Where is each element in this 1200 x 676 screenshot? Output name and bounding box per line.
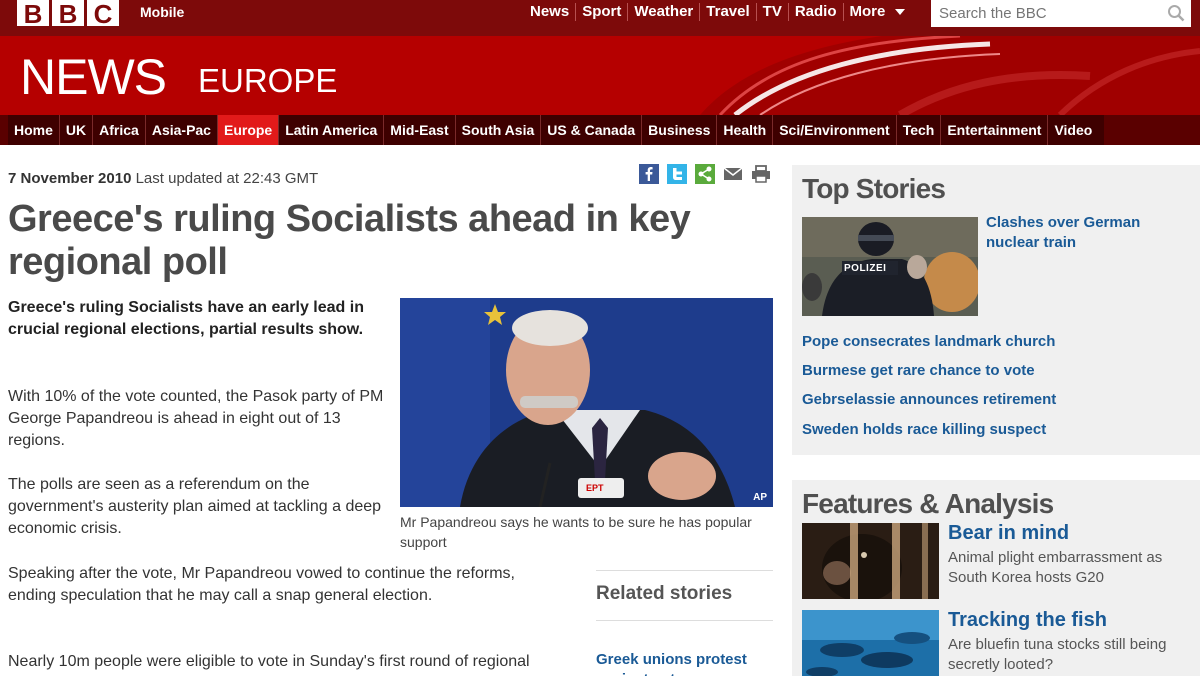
- police-photo-graphic: [802, 217, 978, 316]
- top-story-link[interactable]: Gebrselassie announces retirement: [802, 391, 1056, 408]
- section-nav-health[interactable]: Health: [716, 115, 772, 145]
- section-nav-home[interactable]: Home: [8, 115, 59, 145]
- search-box: [931, 0, 1191, 27]
- top-nav: News Sport Weather Travel TV Radio More: [524, 3, 911, 21]
- section-nav-tech[interactable]: Tech: [895, 115, 941, 145]
- top-story-link[interactable]: Pope consecrates landmark church: [802, 333, 1055, 350]
- bbc-logo[interactable]: B B C: [17, 0, 119, 28]
- article-headline: Greece's ruling Socialists ahead in key …: [8, 198, 691, 283]
- article-photo: EPT AP: [400, 298, 773, 507]
- share-icon[interactable]: [695, 164, 715, 184]
- article-paragraph: Speaking after the vote, Mr Papandreou v…: [8, 565, 515, 604]
- features-panel: Features & Analysis Bear in mind Animal …: [792, 480, 1200, 676]
- fish-photo-graphic: [802, 610, 939, 676]
- feature-title-link[interactable]: Tracking the fish: [948, 609, 1107, 632]
- bbc-logo-letter: B: [17, 0, 49, 28]
- article-intro: Greece's ruling Socialists have an early…: [8, 299, 364, 338]
- news-banner: NEWS EUROPE: [0, 36, 1200, 115]
- features-title: Features & Analysis: [802, 488, 1054, 519]
- feature-image-bear[interactable]: [802, 523, 939, 599]
- section-nav-list: Home UK Africa Asia-Pac Europe Latin Ame…: [8, 115, 1105, 145]
- section-nav: Home UK Africa Asia-Pac Europe Latin Ame…: [0, 115, 1200, 145]
- section-nav-asia-pac[interactable]: Asia-Pac: [144, 115, 217, 145]
- top-bar: B B C Mobile News Sport Weather Travel T…: [0, 0, 1200, 36]
- banner-swoosh-graphic: [0, 36, 1200, 115]
- feature-image-fish[interactable]: [802, 610, 939, 676]
- section-nav-mid-east[interactable]: Mid-East: [383, 115, 454, 145]
- chevron-down-icon: [895, 9, 906, 16]
- feature-description: Are bluefin tuna stocks still being secr…: [948, 636, 1167, 673]
- bbc-logo-letter: C: [87, 0, 119, 28]
- top-story-link[interactable]: Sweden holds race killing suspect: [802, 421, 1046, 438]
- article-paragraph: The polls are seen as a referendum on th…: [8, 476, 382, 537]
- feature-title-link[interactable]: Bear in mind: [948, 522, 1069, 545]
- bear-photo-graphic: [802, 523, 939, 599]
- top-nav-travel[interactable]: Travel: [699, 3, 755, 21]
- top-story-link[interactable]: Burmese get rare chance to vote: [802, 362, 1035, 379]
- feature-description: Animal plight embarrassment as South Kor…: [948, 549, 1163, 586]
- article-updated: Last updated at 22:43 GMT: [135, 170, 319, 187]
- top-nav-sport[interactable]: Sport: [575, 3, 627, 21]
- search-icon[interactable]: [1167, 4, 1185, 22]
- related-stories-title: Related stories: [596, 583, 733, 604]
- top-stories-title: Top Stories: [802, 173, 946, 204]
- top-nav-more-label: More: [849, 3, 886, 20]
- news-section-title[interactable]: EUROPE: [198, 62, 337, 100]
- twitter-icon[interactable]: [667, 164, 687, 184]
- section-nav-uk[interactable]: UK: [58, 115, 92, 145]
- photo-caption: Mr Papandreou says he wants to be sure h…: [400, 514, 752, 550]
- section-nav-latin-america[interactable]: Latin America: [278, 115, 383, 145]
- top-nav-more[interactable]: More: [842, 3, 912, 21]
- police-label: POLIZEI: [844, 263, 887, 274]
- news-title[interactable]: NEWS: [20, 48, 167, 106]
- section-nav-south-asia[interactable]: South Asia: [454, 115, 541, 145]
- section-nav-sci-environment[interactable]: Sci/Environment: [772, 115, 895, 145]
- top-story-image[interactable]: POLIZEI: [802, 217, 978, 316]
- podium-label: EPT: [586, 483, 604, 493]
- section-nav-entertainment[interactable]: Entertainment: [940, 115, 1047, 145]
- mobile-link[interactable]: Mobile: [140, 4, 184, 20]
- section-nav-europe[interactable]: Europe: [216, 115, 279, 145]
- section-nav-us-canada[interactable]: US & Canada: [540, 115, 641, 145]
- bbc-logo-letter: B: [52, 0, 84, 28]
- article-date: 7 November 2010: [8, 170, 132, 187]
- top-nav-tv[interactable]: TV: [755, 3, 788, 21]
- search-input[interactable]: [931, 0, 1161, 27]
- email-icon[interactable]: [723, 164, 743, 184]
- section-nav-video[interactable]: Video: [1047, 115, 1098, 145]
- article-dateline: 7 November 2010 Last updated at 22:43 GM…: [8, 170, 318, 187]
- article-paragraph: Nearly 10m people were eligible to vote …: [8, 653, 530, 670]
- top-stories-panel: Top Stories POLIZEI Clashes over German …: [792, 165, 1200, 455]
- papandreou-photo-graphic: [400, 298, 773, 507]
- share-tools: [639, 164, 771, 184]
- print-icon[interactable]: [751, 164, 771, 184]
- article-paragraph: With 10% of the vote counted, the Pasok …: [8, 388, 384, 449]
- top-story-lead-link[interactable]: Clashes over German nuclear train: [986, 213, 1186, 253]
- photo-credit: AP: [753, 492, 767, 503]
- top-nav-weather[interactable]: Weather: [627, 3, 699, 21]
- top-nav-radio[interactable]: Radio: [787, 3, 843, 21]
- section-nav-africa[interactable]: Africa: [92, 115, 145, 145]
- top-nav-news[interactable]: News: [524, 3, 575, 21]
- related-divider: [596, 570, 773, 571]
- related-story-link[interactable]: Greek unions protest against cuts: [596, 650, 773, 676]
- facebook-icon[interactable]: [639, 164, 659, 184]
- related-divider: [596, 620, 773, 621]
- section-nav-business[interactable]: Business: [641, 115, 716, 145]
